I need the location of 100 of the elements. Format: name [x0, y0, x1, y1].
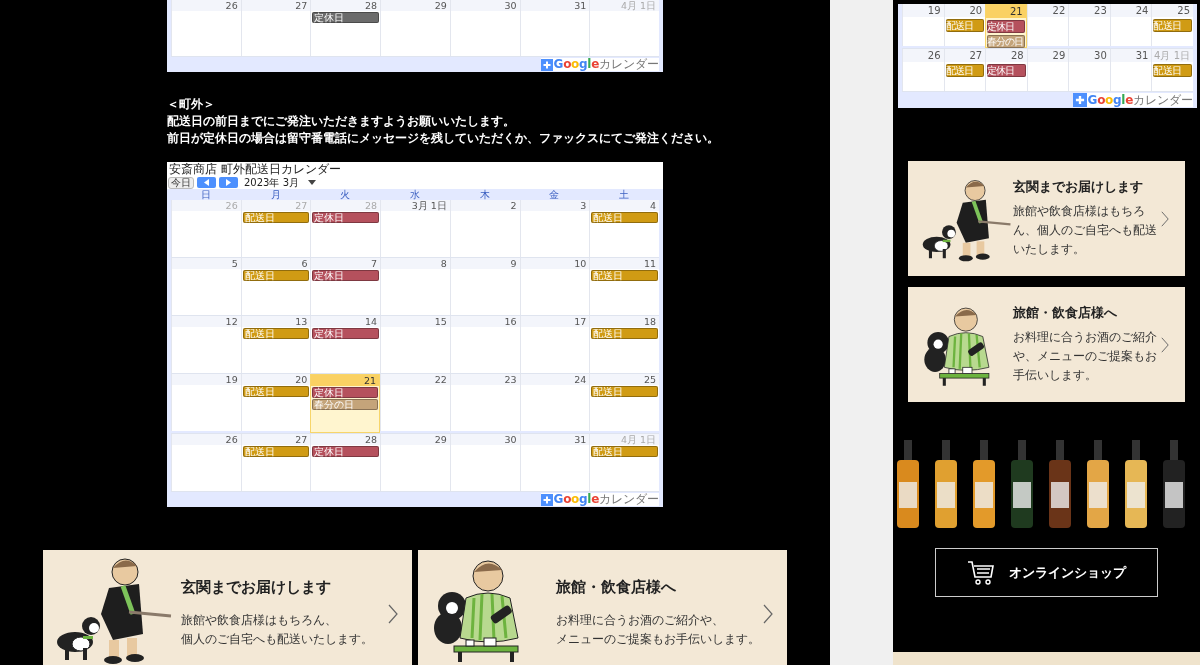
google-calendar-link[interactable]: Googleカレンダー: [1072, 93, 1193, 107]
day-number: 4月 1日: [590, 0, 659, 11]
day-cell[interactable]: 28 定休日: [310, 434, 381, 491]
google-calendar-link[interactable]: Googleカレンダー: [540, 493, 659, 506]
day-number: 23: [450, 374, 520, 385]
day-cell[interactable]: 8: [380, 258, 450, 315]
chevron-right-icon[interactable]: [763, 604, 773, 624]
day-cell[interactable]: 22: [1026, 4, 1069, 46]
day-cell[interactable]: 21 定休日 春分の日: [310, 374, 381, 433]
day-number: 10: [520, 258, 590, 269]
today-button[interactable]: 今日: [168, 176, 194, 189]
feature-card[interactable]: 旅館・飲食店様へ お料理に合うお酒のご紹介や、 メニューのご提案もお手伝いします。: [418, 550, 787, 665]
event-chip[interactable]: 定休日: [312, 270, 380, 281]
day-number: 25: [590, 374, 659, 385]
day-cell[interactable]: 25 配送日: [1151, 4, 1193, 46]
day-cell[interactable]: 31: [519, 0, 590, 56]
day-number: 30: [1069, 49, 1110, 62]
day-cell[interactable]: 29: [1026, 49, 1069, 91]
day-cell[interactable]: 3月 1日: [380, 200, 450, 257]
day-cell[interactable]: 7 定休日: [310, 258, 381, 315]
day-number: 26: [172, 0, 241, 11]
card-text: 旅館や飲食店様はもちろん、: [181, 612, 338, 629]
calendar-title: 安斎商店 町外配送日カレンダー: [168, 162, 342, 176]
day-cell[interactable]: 19: [171, 374, 241, 431]
triangle-left-icon: [204, 179, 209, 186]
day-cell[interactable]: 27 配送日: [943, 49, 986, 91]
day-number: 17: [520, 316, 590, 327]
day-number: 18: [590, 316, 659, 327]
event-chip[interactable]: 定休日: [312, 328, 380, 339]
event-chip[interactable]: 定休日: [987, 20, 1025, 33]
shop-label: オンラインショップ: [1009, 563, 1126, 582]
google-calendar-link[interactable]: Googleカレンダー: [540, 58, 659, 71]
event-chip[interactable]: 定休日: [312, 446, 380, 457]
day-number: 29: [381, 434, 450, 445]
day-cell[interactable]: 18 配送日: [589, 316, 659, 373]
day-cell[interactable]: 26: [902, 49, 944, 91]
day-cell[interactable]: 25 配送日: [589, 374, 659, 431]
day-cell[interactable]: 31: [519, 434, 590, 491]
day-cell[interactable]: 2: [449, 200, 520, 257]
chevron-right-icon[interactable]: [388, 604, 398, 624]
triangle-right-icon: [226, 179, 231, 186]
online-shop-button[interactable]: オンラインショップ: [935, 548, 1158, 597]
day-number: 4月 1日: [590, 434, 659, 445]
day-number: 9: [450, 258, 520, 269]
day-cell[interactable]: 6 配送日: [240, 258, 311, 315]
day-cell[interactable]: 19: [902, 4, 944, 46]
day-cell[interactable]: 11 配送日: [589, 258, 659, 315]
day-cell[interactable]: 27: [240, 0, 311, 56]
chevron-right-icon[interactable]: [1161, 336, 1169, 353]
day-cell[interactable]: 20 配送日: [943, 4, 986, 46]
day-cell[interactable]: 28 定休日: [985, 49, 1027, 91]
day-cell[interactable]: 27 配送日: [240, 434, 311, 491]
day-cell[interactable]: 20 配送日: [240, 374, 311, 431]
day-cell[interactable]: 28 定休日: [310, 200, 381, 257]
feature-card[interactable]: 玄関までお届けします 旅館や飲食店様はもちろん、個人のご自宅へも配送いたします。: [908, 161, 1185, 276]
event-chip[interactable]: 定休日: [312, 12, 380, 23]
day-cell[interactable]: 12: [171, 316, 241, 373]
day-cell[interactable]: 28 定休日: [310, 0, 381, 56]
day-number: 28: [311, 434, 381, 445]
caret-icon[interactable]: [308, 180, 316, 185]
day-number: 7: [311, 258, 381, 269]
day-number: 28: [311, 0, 381, 11]
day-cell[interactable]: 9: [449, 258, 520, 315]
day-cell[interactable]: 26: [171, 0, 241, 56]
day-cell[interactable]: 16: [449, 316, 520, 373]
day-cell[interactable]: 17: [519, 316, 590, 373]
day-cell[interactable]: 29: [380, 0, 450, 56]
day-cell[interactable]: 26: [171, 434, 241, 491]
event-chip[interactable]: 定休日: [312, 212, 380, 223]
note-heading: ＜町外＞: [167, 96, 216, 113]
day-cell[interactable]: 23: [449, 374, 520, 431]
day-cell[interactable]: 4 配送日: [589, 200, 659, 257]
day-cell[interactable]: 24: [1109, 4, 1152, 46]
day-cell[interactable]: 30: [449, 434, 520, 491]
day-cell[interactable]: 14 定休日: [310, 316, 381, 373]
day-cell[interactable]: 24: [519, 374, 590, 431]
day-cell[interactable]: 21 定休日 春分の日: [985, 4, 1027, 48]
day-cell[interactable]: 23: [1068, 4, 1110, 46]
day-cell[interactable]: 30: [449, 0, 520, 56]
day-cell[interactable]: 10: [519, 258, 590, 315]
event-chip[interactable]: 定休日: [312, 387, 379, 398]
previous-month-button[interactable]: [197, 177, 216, 188]
day-cell[interactable]: 30: [1068, 49, 1110, 91]
day-cell[interactable]: 15: [380, 316, 450, 373]
day-cell[interactable]: 13 配送日: [240, 316, 311, 373]
day-cell[interactable]: 5: [171, 258, 241, 315]
day-cell[interactable]: 31: [1109, 49, 1152, 91]
feature-card[interactable]: 玄関までお届けします 旅館や飲食店様はもちろん、 個人のご自宅へも配送いたします。: [43, 550, 412, 665]
day-number: 19: [903, 4, 944, 17]
day-cell[interactable]: 22: [380, 374, 450, 431]
feature-card[interactable]: 旅館・飲食店様へ お料理に合うお酒のご紹介や、メニューのご提案もお手伝いします。: [908, 287, 1185, 402]
event-chip[interactable]: 定休日: [987, 64, 1026, 77]
day-number: 27: [944, 49, 986, 62]
next-month-button[interactable]: [219, 177, 238, 188]
chevron-right-icon[interactable]: [1161, 210, 1169, 227]
day-cell[interactable]: 3: [519, 200, 590, 257]
day-number: 29: [1027, 49, 1069, 62]
day-number: 4: [590, 200, 659, 211]
day-number: 28: [311, 200, 381, 211]
day-cell[interactable]: 29: [380, 434, 450, 491]
